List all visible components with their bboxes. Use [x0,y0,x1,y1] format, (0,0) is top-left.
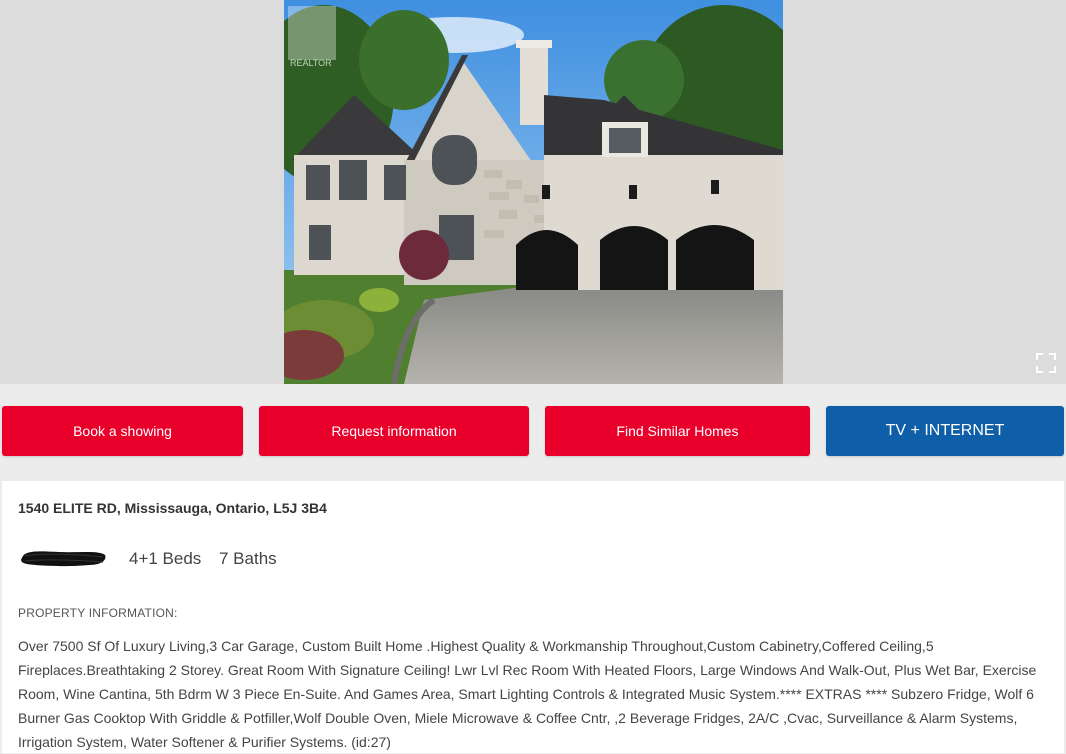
tv-internet-button[interactable]: TV + INTERNET [826,406,1064,456]
realtor-watermark: REALTOR [290,58,332,68]
book-showing-button[interactable]: Book a showing [2,406,243,456]
photo-gallery: REALTOR [0,0,1066,384]
bedrooms-count: 4+1 Beds [129,549,202,568]
listing-details-card: 1540 ELITE RD, Mississauga, Ontario, L5J… [2,481,1064,753]
listing-address: 1540 ELITE RD, Mississauga, Ontario, L5J… [18,500,327,516]
request-information-button[interactable]: Request information [259,406,529,456]
redacted-price [19,547,107,569]
property-photo[interactable]: REALTOR [284,0,783,384]
fullscreen-icon[interactable] [1036,353,1056,373]
bathrooms-count: 7 Baths [219,549,277,568]
property-information-heading: PROPERTY INFORMATION: [18,606,178,620]
action-bar: Book a showing Request information Find … [0,406,1066,458]
property-description: Over 7500 Sf Of Luxury Living,3 Car Gara… [18,638,1037,750]
find-similar-homes-button[interactable]: Find Similar Homes [545,406,810,456]
